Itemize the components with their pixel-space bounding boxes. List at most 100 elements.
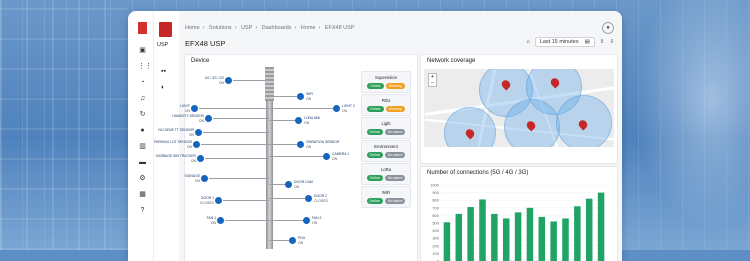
sensor-label: GARBAGE BIN TRACKER [156, 154, 196, 158]
sensor-connector [201, 144, 269, 145]
status-badge: No alarm [385, 129, 406, 135]
sensor-icon[interactable] [289, 237, 296, 244]
breadcrumb-item[interactable]: Home [301, 25, 316, 31]
sensor-label: 4G / 3G / 2G [205, 76, 224, 80]
sensor-icon[interactable] [285, 181, 292, 188]
sensor-icon[interactable] [205, 115, 212, 122]
breadcrumb-item[interactable]: Home [185, 25, 200, 31]
building-icon[interactable]: ▥ [138, 142, 147, 151]
breadcrumb-item[interactable]: USP [241, 25, 252, 31]
help-icon[interactable]: ? [138, 206, 147, 215]
calendar-icon: ▤ [585, 39, 590, 45]
sensor-value: ON [312, 221, 317, 225]
y-tick-label: 700 [432, 205, 439, 210]
coverage-map[interactable]: + − [424, 69, 614, 147]
user-avatar-icon[interactable]: ● [602, 22, 614, 34]
chart-bar[interactable] [550, 221, 557, 261]
download-icon[interactable]: ⇩ [609, 39, 614, 45]
y-tick-label: 1000 [430, 183, 440, 188]
status-card-title: WiFi [362, 190, 410, 195]
chart-bar[interactable] [479, 199, 486, 261]
folder-icon[interactable]: ▬ [138, 158, 147, 167]
sensor-value: ON [185, 109, 190, 113]
chart-bar[interactable] [574, 206, 581, 261]
sensor-connector [269, 220, 303, 221]
sensor-icon[interactable] [191, 105, 198, 112]
breadcrumb-item[interactable]: Dashboards [262, 25, 292, 31]
status-badge: No alarm [385, 152, 406, 158]
chart-bar[interactable] [527, 208, 534, 261]
sensor-connector [213, 118, 269, 119]
monitor-icon[interactable]: ▣ [138, 46, 147, 55]
sensor-icon[interactable] [323, 153, 330, 160]
sensor-icon[interactable] [217, 217, 224, 224]
map-panel: Network coverage + − [420, 54, 618, 164]
sensor-connector [269, 198, 305, 199]
zoom-out-button[interactable]: − [429, 80, 436, 86]
y-tick-label: 600 [432, 213, 439, 218]
sensor-icon[interactable] [303, 217, 310, 224]
chart-bar[interactable] [503, 218, 510, 261]
chart-bar[interactable] [562, 218, 569, 261]
usp-logo [159, 22, 172, 37]
sensor-value: ON [191, 159, 196, 163]
sensor-icon[interactable] [197, 155, 204, 162]
building-background [0, 0, 128, 250]
sensor-label: DOOR 1 [201, 196, 214, 200]
chart-bar[interactable] [515, 212, 522, 261]
sensor-connector [269, 240, 289, 241]
qr-icon[interactable]: ▦ [138, 190, 147, 199]
status-card-title: Light [362, 121, 410, 126]
sensor-icon[interactable] [295, 117, 302, 124]
status-card: LoRaOnlineNo alarm [361, 163, 411, 185]
sensor-icon[interactable] [297, 93, 304, 100]
sensor-connector [209, 178, 269, 179]
share-icon[interactable]: ⇪ [600, 39, 605, 45]
chart-bar[interactable] [586, 199, 593, 261]
sensor-value: ON [298, 241, 303, 245]
sensor-icon[interactable] [195, 129, 202, 136]
sensor-connector [269, 120, 295, 121]
chart-bar[interactable] [467, 207, 474, 261]
sensor-value: ON [219, 81, 224, 85]
sensor-icon[interactable] [201, 175, 208, 182]
sensor-connector [225, 220, 269, 221]
chart-bar[interactable] [539, 217, 546, 261]
breadcrumb-item[interactable]: Solutions [209, 25, 232, 31]
contrast-icon[interactable]: ◐ [161, 84, 165, 91]
chart-bar[interactable] [456, 214, 463, 261]
chart-bar[interactable] [491, 214, 498, 261]
refresh-icon[interactable]: ↻ [138, 110, 147, 119]
sensor-icon[interactable] [193, 141, 200, 148]
sensor-icon[interactable] [215, 197, 222, 204]
time-range-picker[interactable]: Last 15 minutes ▤ [535, 37, 595, 47]
sensor-value: ON [195, 179, 200, 183]
sensor-label: PARKING LOT SENSOR [154, 140, 192, 144]
y-tick-label: 900 [432, 190, 439, 195]
bell-icon[interactable]: ♫ [138, 94, 147, 103]
device-panel-title: Device [191, 58, 209, 64]
sensor-label: DOOR CAM [294, 180, 313, 184]
chart-bar[interactable] [444, 222, 451, 261]
grid-icon[interactable]: ⋮⋮ [138, 62, 147, 71]
sensor-label: FAN 1 [207, 216, 216, 220]
sensor-icon[interactable] [225, 77, 232, 84]
time-range-value: Last 15 minutes [540, 39, 579, 45]
chart-bar[interactable] [598, 193, 605, 261]
user-icon[interactable]: ● [138, 126, 147, 135]
sensor-icon[interactable] [333, 105, 340, 112]
sensor-icon[interactable] [297, 141, 304, 148]
y-tick-label: 200 [432, 243, 439, 248]
settings-icon[interactable]: ⚙ [138, 174, 147, 183]
sensor-value: ON [304, 121, 309, 125]
sensor-connector [269, 144, 297, 145]
apps-icon[interactable]: ▪▪ [161, 68, 166, 75]
gauge-icon[interactable]: ◔ [138, 78, 147, 87]
status-badge: No alarm [385, 175, 406, 181]
y-tick-label: 400 [432, 228, 439, 233]
sensor-icon[interactable] [305, 195, 312, 202]
sensor-value: ON [211, 221, 216, 225]
sensor-value: CLOSED [314, 199, 328, 203]
chart-title: Number of connections (5G / 4G / 3G) [427, 170, 528, 176]
home-icon[interactable]: ⌂ [526, 39, 529, 45]
